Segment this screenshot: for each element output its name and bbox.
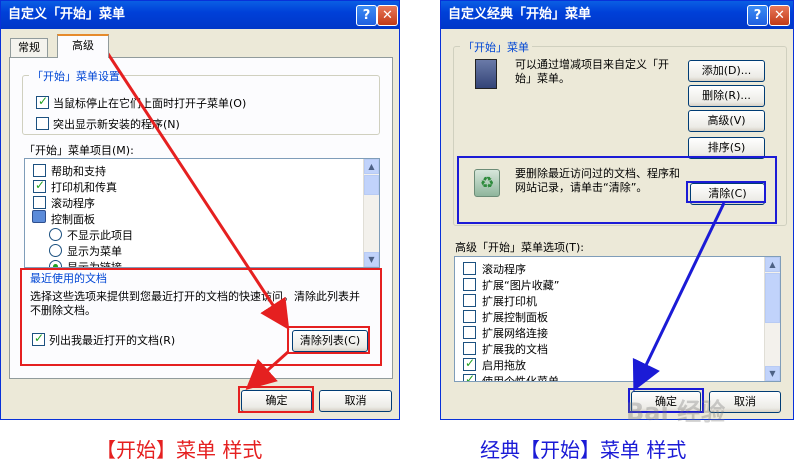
watermark: Bai 经验: [626, 398, 726, 426]
blue-arrow-main: [632, 202, 726, 392]
tab-advanced[interactable]: 高级: [57, 34, 109, 58]
caption-right: 经典【开始】菜单 样式: [480, 438, 687, 462]
red-arrow-main: [95, 36, 290, 331]
red-arrow-ok: [245, 350, 290, 391]
caption-left: 【开始】菜单 样式: [96, 438, 263, 462]
